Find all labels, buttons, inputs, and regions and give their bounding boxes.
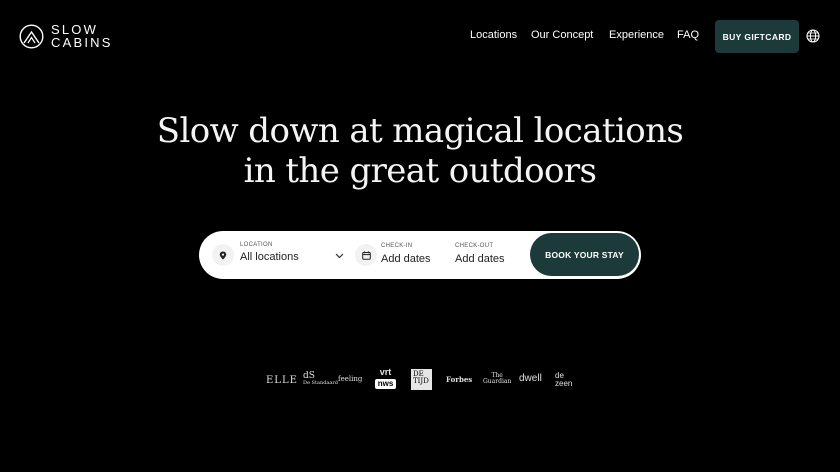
chevron-down-icon[interactable] [335, 253, 344, 259]
location-pin-icon [212, 244, 234, 266]
buy-giftcard-button[interactable]: BUY GIFTCARD [715, 20, 799, 53]
hero-title-line-1: Slow down at magical locations [156, 111, 684, 151]
nav-item-experience[interactable]: Experience [609, 29, 664, 41]
calendar-icon [355, 244, 377, 266]
check-in-field[interactable]: Add dates [381, 253, 431, 265]
site-header: SLOW CABINS Locations Our Concept Experi… [0, 0, 840, 72]
guardian-line-2: Guardian [483, 378, 512, 385]
hero-title: Slow down at magical locations in the gr… [0, 111, 840, 191]
press-logo-elle: ELLE [266, 375, 298, 386]
book-your-stay-button[interactable]: BOOK YOUR STAY [530, 233, 639, 276]
brand-logo[interactable]: SLOW CABINS [19, 23, 113, 49]
press-logos: ELLE dS De Standaard feeling vrt nws DE … [0, 368, 840, 392]
hero-title-line-2: in the great outdoors [243, 151, 597, 191]
press-logo-vrt-nws: vrt nws [375, 368, 396, 389]
check-out-label: CHECK-OUT [455, 243, 494, 249]
ds-name: De Standaard [303, 380, 338, 386]
brand-line-2: CABINS [51, 35, 113, 50]
nav-item-locations[interactable]: Locations [470, 29, 517, 41]
brand-wordmark: SLOW CABINS [51, 23, 113, 49]
check-out-field[interactable]: Add dates [455, 253, 505, 265]
check-in-label: CHECK-IN [381, 243, 413, 249]
press-logo-dwell: dwell [519, 373, 542, 384]
location-label: LOCATION [240, 242, 273, 248]
press-logo-de-tijd: DE TIJD [411, 369, 432, 390]
press-logo-guardian: The Guardian [483, 373, 511, 385]
press-logo-feeling: feeling [338, 375, 363, 383]
nav-item-faq[interactable]: FAQ [677, 29, 699, 41]
cabin-logo-icon [19, 23, 44, 49]
location-select[interactable]: All locations [240, 251, 299, 263]
press-logo-dezeen: de zeen [555, 372, 572, 388]
vrt-mark: vrt [379, 367, 392, 377]
press-logo-forbes: Forbes [446, 375, 473, 384]
dezeen-line-2: zeen [555, 379, 573, 388]
nws-mark: nws [375, 379, 396, 389]
press-logo-de-standaard: dS De Standaard [303, 372, 338, 386]
nav-item-our-concept[interactable]: Our Concept [531, 29, 593, 41]
globe-icon[interactable] [806, 29, 820, 43]
tijd-line-2: TIJD [413, 377, 429, 385]
